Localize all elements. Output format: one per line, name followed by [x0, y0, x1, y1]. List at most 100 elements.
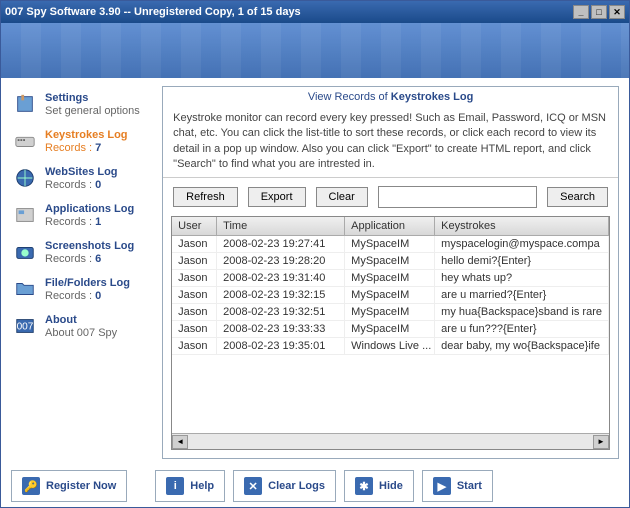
sidebar-item-sub: Records : 0 — [45, 179, 118, 191]
cell-application: MySpaceIM — [345, 287, 435, 303]
cell-user: Jason — [172, 236, 217, 252]
start-button[interactable]: ▶Start — [422, 470, 493, 502]
table-row[interactable]: Jason2008-02-23 19:28:20MySpaceIMhello d… — [172, 253, 609, 270]
cell-application: MySpaceIM — [345, 304, 435, 320]
search-input[interactable] — [379, 187, 536, 207]
search-button[interactable]: Search — [547, 187, 608, 207]
hide-button[interactable]: ✱Hide — [344, 470, 414, 502]
cell-application: MySpaceIM — [345, 321, 435, 337]
maximize-button[interactable]: □ — [591, 5, 607, 19]
sidebar-item-sub: Records : 1 — [45, 216, 134, 228]
sidebar-item-sub: Set general options — [45, 105, 140, 117]
cell-time: 2008-02-23 19:27:41 — [217, 236, 345, 252]
panel-description: Keystroke monitor can record every key p… — [163, 107, 618, 178]
panel-toolbar: Refresh Export Clear Search — [163, 178, 618, 216]
help-button[interactable]: iHelp — [155, 470, 225, 502]
cell-time: 2008-02-23 19:32:51 — [217, 304, 345, 320]
bottom-bar: 🔑Register Now iHelp ✕Clear Logs ✱Hide ▶S… — [1, 465, 629, 507]
play-icon: ▶ — [433, 477, 451, 495]
table-row[interactable]: Jason2008-02-23 19:32:15MySpaceIMare u m… — [172, 287, 609, 304]
cell-keystrokes: hello demi?{Enter} — [435, 253, 609, 269]
table-row[interactable]: Jason2008-02-23 19:31:40MySpaceIMhey wha… — [172, 270, 609, 287]
column-application[interactable]: Application — [345, 217, 435, 235]
cell-time: 2008-02-23 19:28:20 — [217, 253, 345, 269]
cell-keystrokes: hey whats up? — [435, 270, 609, 286]
x-icon: ✕ — [244, 477, 262, 495]
sidebar-item-websites[interactable]: WebSites Log Records : 0 — [11, 166, 154, 191]
export-button[interactable]: Export — [248, 187, 306, 207]
snowflake-icon: ✱ — [355, 477, 373, 495]
cell-user: Jason — [172, 321, 217, 337]
svg-text:007: 007 — [17, 322, 34, 333]
cell-user: Jason — [172, 304, 217, 320]
cell-keystrokes: are u married?{Enter} — [435, 287, 609, 303]
sidebar-item-label: About — [45, 314, 117, 326]
close-button[interactable]: ✕ — [609, 5, 625, 19]
header-banner — [1, 23, 629, 78]
sidebar-item-label: WebSites Log — [45, 166, 118, 178]
cell-keystrokes: are u fun???{Enter} — [435, 321, 609, 337]
cell-user: Jason — [172, 338, 217, 354]
sidebar-item-label: Applications Log — [45, 203, 134, 215]
sidebar-item-settings[interactable]: Settings Set general options — [11, 92, 154, 117]
folder-icon — [11, 277, 39, 301]
sidebar-item-keystrokes[interactable]: Keystrokes Log Records : 7 — [11, 129, 154, 154]
cell-application: MySpaceIM — [345, 253, 435, 269]
column-keystrokes[interactable]: Keystrokes — [435, 217, 609, 235]
cell-time: 2008-02-23 19:31:40 — [217, 270, 345, 286]
search-box — [378, 186, 537, 208]
sidebar-item-sub: Records : 7 — [45, 142, 128, 154]
clear-button[interactable]: Clear — [316, 187, 368, 207]
cell-application: Windows Live ... — [345, 338, 435, 354]
cell-keystrokes: my hua{Backspace}sband is rare — [435, 304, 609, 320]
cell-application: MySpaceIM — [345, 270, 435, 286]
settings-icon — [11, 92, 39, 116]
scroll-left-icon[interactable]: ◄ — [172, 435, 188, 449]
sidebar: Settings Set general options Keystrokes … — [11, 86, 154, 459]
table-row[interactable]: Jason2008-02-23 19:33:33MySpaceIMare u f… — [172, 321, 609, 338]
sidebar-item-sub: Records : 0 — [45, 290, 130, 302]
sidebar-item-label: Settings — [45, 92, 140, 104]
app-window: 007 Spy Software 3.90 -- Unregistered Co… — [0, 0, 630, 508]
sidebar-item-files[interactable]: File/Folders Log Records : 0 — [11, 277, 154, 302]
window-title: 007 Spy Software 3.90 -- Unregistered Co… — [5, 6, 571, 18]
main-area: Settings Set general options Keystrokes … — [1, 78, 629, 465]
sidebar-item-screenshots[interactable]: Screenshots Log Records : 6 — [11, 240, 154, 265]
sidebar-item-sub: About 007 Spy — [45, 327, 117, 339]
scroll-right-icon[interactable]: ► — [593, 435, 609, 449]
clear-logs-button[interactable]: ✕Clear Logs — [233, 470, 336, 502]
globe-icon — [11, 166, 39, 190]
table-row[interactable]: Jason2008-02-23 19:32:51MySpaceIMmy hua{… — [172, 304, 609, 321]
sidebar-item-about[interactable]: 007 About About 007 Spy — [11, 314, 154, 339]
about-icon: 007 — [11, 314, 39, 338]
cell-application: MySpaceIM — [345, 236, 435, 252]
sidebar-item-applications[interactable]: Applications Log Records : 1 — [11, 203, 154, 228]
cell-user: Jason — [172, 270, 217, 286]
horizontal-scrollbar[interactable]: ◄ ► — [172, 433, 609, 449]
info-icon: i — [166, 477, 184, 495]
refresh-button[interactable]: Refresh — [173, 187, 238, 207]
content-panel: View Records of Keystrokes Log Keystroke… — [162, 86, 619, 459]
panel-title: View Records of Keystrokes Log — [163, 87, 618, 107]
cell-user: Jason — [172, 253, 217, 269]
sidebar-item-sub: Records : 6 — [45, 253, 134, 265]
sidebar-item-label: File/Folders Log — [45, 277, 130, 289]
cell-time: 2008-02-23 19:32:15 — [217, 287, 345, 303]
camera-icon — [11, 240, 39, 264]
cell-user: Jason — [172, 287, 217, 303]
apps-icon — [11, 203, 39, 227]
column-user[interactable]: User — [172, 217, 217, 235]
cell-keystrokes: myspacelogin@myspace.compa — [435, 236, 609, 252]
column-time[interactable]: Time — [217, 217, 345, 235]
key-icon: 🔑 — [22, 477, 40, 495]
table-header: User Time Application Keystrokes — [172, 217, 609, 236]
minimize-button[interactable]: _ — [573, 5, 589, 19]
sidebar-item-label: Screenshots Log — [45, 240, 134, 252]
records-table: User Time Application Keystrokes Jason20… — [171, 216, 610, 450]
keyboard-icon — [11, 129, 39, 153]
table-row[interactable]: Jason2008-02-23 19:27:41MySpaceIMmyspace… — [172, 236, 609, 253]
table-row[interactable]: Jason2008-02-23 19:35:01Windows Live ...… — [172, 338, 609, 355]
register-button[interactable]: 🔑Register Now — [11, 470, 127, 502]
title-bar: 007 Spy Software 3.90 -- Unregistered Co… — [1, 1, 629, 23]
sidebar-item-label: Keystrokes Log — [45, 129, 128, 141]
